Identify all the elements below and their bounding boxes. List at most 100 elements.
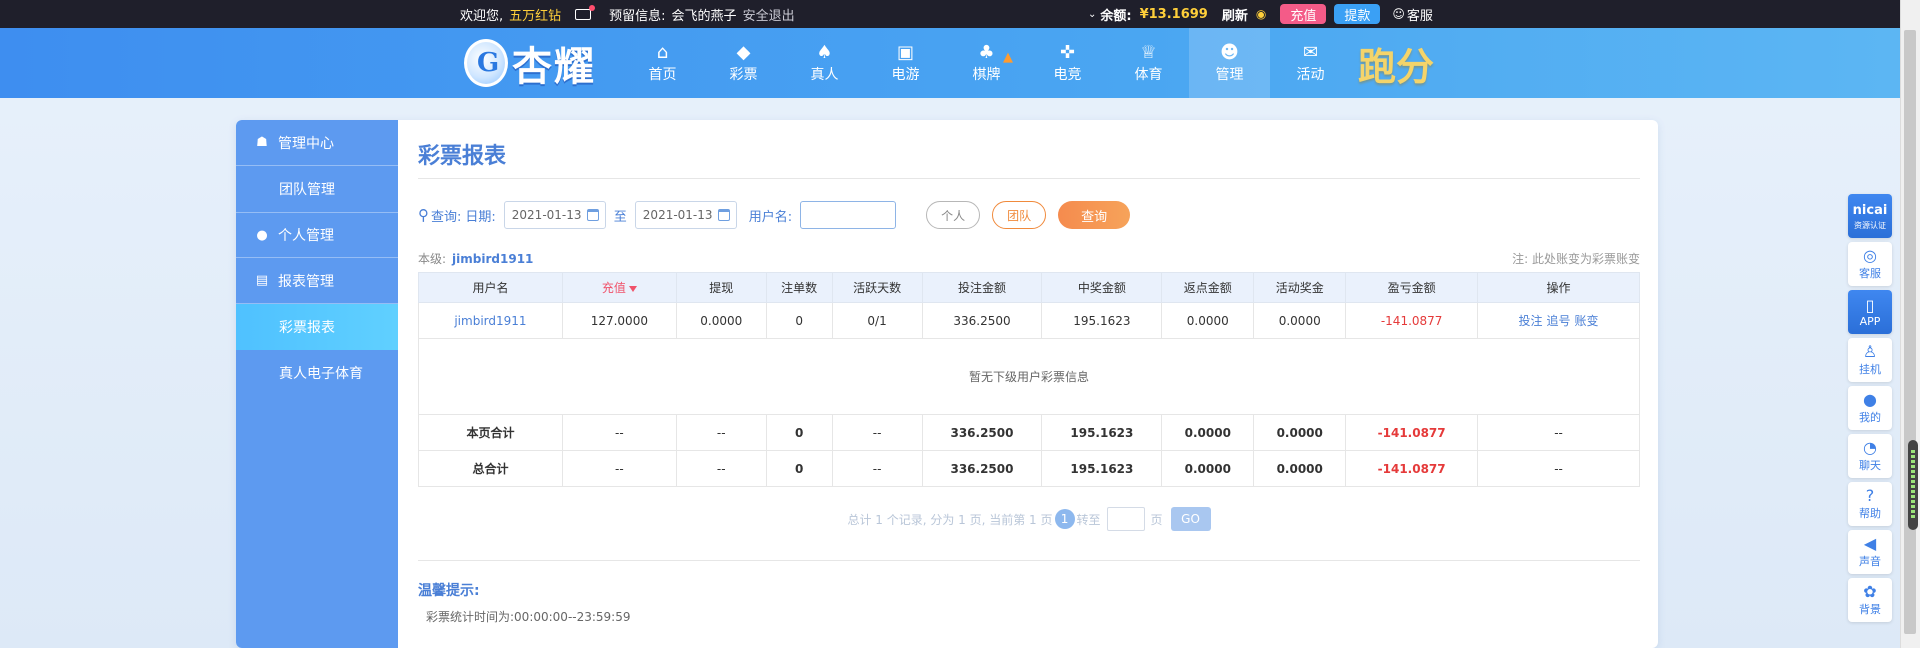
- cards-icon: ♣: [978, 42, 995, 63]
- column-header: 返点金额: [1161, 272, 1255, 303]
- site-logo[interactable]: 杏耀: [464, 34, 596, 92]
- title-divider: [418, 178, 1640, 179]
- username-input[interactable]: [800, 201, 897, 229]
- nav-sports[interactable]: ♕ 体育: [1108, 28, 1189, 98]
- date-from-input[interactable]: 2021-01-13: [503, 201, 606, 229]
- withdraw-button[interactable]: 提款: [1334, 4, 1381, 24]
- tool-label: 客服: [1859, 267, 1881, 280]
- cell-operations: --: [1477, 414, 1640, 451]
- level-label: 本级:: [418, 252, 447, 266]
- cell-withdraw: --: [675, 450, 767, 487]
- team-icon: ☗: [256, 135, 268, 150]
- background-tool-button[interactable]: ✿ 背景: [1848, 578, 1892, 622]
- hide-balance-icon[interactable]: ◉: [1256, 7, 1266, 21]
- main-header: 杏耀 ⌂ 首页 ◆ 彩票 ♠ 真人 ▣ 电游 ♣ ▲ 棋牌 ✜ 电竞 ♕ 体育: [0, 28, 1900, 98]
- chat-tool-button[interactable]: ◔ 聊天: [1848, 434, 1892, 478]
- chevron-down-icon[interactable]: ⌄: [1088, 9, 1096, 20]
- sidebar-item-label: 报表管理: [278, 273, 334, 290]
- team-button[interactable]: 团队: [992, 201, 1047, 229]
- logo-text: 杏耀: [512, 44, 596, 90]
- refresh-link[interactable]: 刷新: [1222, 5, 1248, 24]
- nav-activity[interactable]: ✉ 活动: [1270, 28, 1351, 98]
- slot-icon: ▣: [896, 42, 914, 63]
- phone-icon: ▯: [1865, 295, 1875, 315]
- nav-manage[interactable]: ☻ 管理: [1189, 28, 1270, 98]
- sidebar-item-label: 个人管理: [278, 228, 334, 244]
- cell-recharge: 127.0000: [561, 302, 677, 339]
- cell-profit: -141.0877: [1345, 302, 1479, 339]
- nav-label: 彩票: [729, 67, 758, 83]
- user-icon: ●: [1863, 390, 1877, 409]
- pager-current-page[interactable]: 1: [1054, 509, 1075, 529]
- help-icon: ?: [1865, 486, 1875, 505]
- date-to-input[interactable]: 2021-01-13: [634, 201, 737, 229]
- column-header-sortable[interactable]: 充值: [561, 272, 677, 303]
- nav-label: 电竞: [1053, 67, 1082, 83]
- cell-bet: 336.2500: [921, 302, 1043, 339]
- nav-slots[interactable]: ▣ 电游: [865, 28, 946, 98]
- tool-caption: 资源认证: [1854, 220, 1886, 230]
- hangup-tool-button[interactable]: ♙ 挂机: [1848, 338, 1892, 382]
- gift-icon: ✉: [1302, 42, 1319, 63]
- mail-icon[interactable]: [575, 4, 596, 20]
- promo-banner[interactable]: 跑分: [1358, 36, 1434, 91]
- recharge-button[interactable]: 充值: [1280, 4, 1327, 24]
- sidebar-item-label: 团队管理: [279, 182, 335, 198]
- cell-total-label: 总合计: [418, 450, 563, 487]
- column-header-label: 充值: [601, 281, 626, 295]
- sidebar-item-label: 真人电子体育: [279, 366, 363, 382]
- cell-orders: 0: [765, 414, 833, 451]
- page-total-row: 本页合计 -- -- 0 -- 336.2500 195.1623 0.0000…: [418, 414, 1640, 451]
- nav-cards[interactable]: ♣ ▲ 棋牌: [946, 28, 1027, 98]
- cell-active-days: --: [831, 450, 923, 487]
- sidebar-item-report-manage[interactable]: ▤ 报表管理: [236, 258, 398, 304]
- cell-bet: 336.2500: [921, 414, 1043, 451]
- op-bet-link[interactable]: 投注: [1519, 314, 1543, 328]
- cert-tool-button[interactable]: nicai 资源认证: [1848, 194, 1892, 238]
- cell-recharge: --: [561, 414, 677, 451]
- personal-button[interactable]: 个人: [926, 201, 981, 229]
- grand-total-row: 总合计 -- -- 0 -- 336.2500 195.1623 0.0000 …: [418, 450, 1640, 487]
- sidebar-item-personal-manage[interactable]: ● 个人管理: [236, 212, 398, 258]
- sort-desc-icon: [628, 285, 637, 292]
- nav-lottery[interactable]: ◆ 彩票: [703, 28, 784, 98]
- service-icon[interactable]: ☺: [1392, 7, 1405, 21]
- scrollbar-thumb[interactable]: [1904, 30, 1916, 634]
- logout-link[interactable]: 安全退出: [743, 5, 795, 24]
- service-tool-button[interactable]: ◎ 客服: [1848, 242, 1892, 286]
- level-user[interactable]: jimbird1911: [452, 252, 533, 266]
- main-nav: ⌂ 首页 ◆ 彩票 ♠ 真人 ▣ 电游 ♣ ▲ 棋牌 ✜ 电竞 ♕ 体育 ☻ 管…: [622, 28, 1351, 98]
- mine-tool-button[interactable]: ● 我的: [1848, 386, 1892, 430]
- sidebar-item-live-sports[interactable]: 真人电子体育: [236, 350, 398, 396]
- sidebar-item-lottery-report[interactable]: 彩票报表: [236, 304, 398, 350]
- help-tool-button[interactable]: ? 帮助: [1848, 482, 1892, 526]
- cell-win: 195.1623: [1041, 302, 1163, 339]
- sidebar-item-manage-center[interactable]: ☗ 管理中心: [236, 120, 398, 166]
- column-header: 中奖金额: [1041, 272, 1163, 303]
- sidebar-item-team-manage[interactable]: 团队管理: [236, 166, 398, 212]
- op-ledger-link[interactable]: 账变: [1575, 314, 1599, 328]
- pager-go-button[interactable]: GO: [1170, 507, 1211, 531]
- tool-label: 挂机: [1859, 363, 1881, 376]
- cell-username[interactable]: jimbird1911: [418, 302, 563, 339]
- tool-label: APP: [1859, 314, 1881, 328]
- username-link[interactable]: 五万红钻: [509, 5, 561, 24]
- speaker-icon: ◀: [1863, 534, 1877, 553]
- nav-home[interactable]: ⌂ 首页: [622, 28, 703, 98]
- op-chase-link[interactable]: 追号: [1547, 314, 1571, 328]
- sound-tool-button[interactable]: ◀ 声音: [1848, 530, 1892, 574]
- query-button[interactable]: 查询: [1058, 201, 1131, 229]
- sidebar: ☗ 管理中心 团队管理 ● 个人管理 ▤ 报表管理 彩票报表 真人电子体育: [236, 120, 398, 648]
- column-header: 提现: [675, 272, 767, 303]
- column-header: 注单数: [765, 272, 833, 303]
- service-link[interactable]: 客服: [1407, 5, 1433, 24]
- top-bar-right: ⌄ 余额: ¥13.1699 刷新 ◉ 充值 提款 ☺ 客服: [1088, 0, 1433, 28]
- nav-esports[interactable]: ✜ 电竞: [1027, 28, 1108, 98]
- pager-goto-input[interactable]: [1106, 507, 1145, 531]
- nav-live[interactable]: ♠ 真人: [784, 28, 865, 98]
- side-grip-handle[interactable]: [1908, 440, 1918, 530]
- welcome-text: 欢迎您,: [460, 8, 504, 24]
- cell-win: 195.1623: [1041, 414, 1163, 451]
- app-tool-button[interactable]: ▯ APP: [1848, 290, 1892, 334]
- cell-withdraw: --: [675, 414, 767, 451]
